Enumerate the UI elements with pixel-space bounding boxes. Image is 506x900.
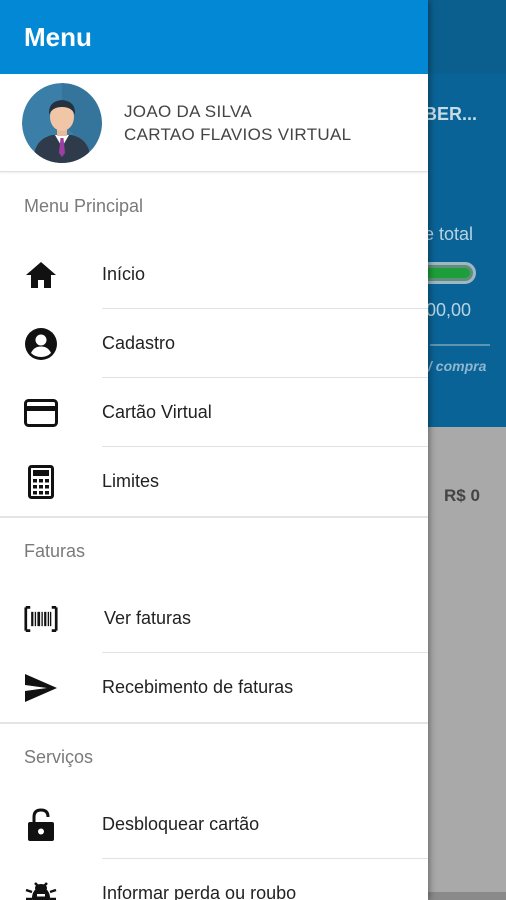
section-title-faturas: Faturas	[24, 540, 86, 561]
menu-label-perda-roubo: Informar perda ou roubo	[102, 883, 297, 900]
menu-item-desbloquear-cartao[interactable]: Desbloquear cartão	[0, 790, 428, 859]
account-circle-icon	[24, 327, 58, 361]
lock-open-icon	[24, 807, 58, 842]
drawer-header: Menu	[0, 0, 428, 74]
limit-amount: 00,00	[426, 300, 472, 320]
home-icon	[24, 258, 58, 292]
limit-progress-fill	[424, 268, 470, 278]
bottom-bar	[428, 892, 506, 900]
credit-card-icon	[24, 396, 58, 430]
menu-label-cartao-virtual: Cartão Virtual	[102, 402, 212, 422]
section-title-servicos: Serviços	[24, 746, 94, 767]
avatar-person-icon	[22, 82, 102, 163]
menu-item-ver-faturas[interactable]: Ver faturas	[0, 584, 428, 653]
menu-label-ver-faturas: Ver faturas	[104, 608, 192, 628]
purchase-label: / compra	[428, 358, 487, 374]
menu-item-limites[interactable]: Limites	[0, 447, 428, 516]
card-name-text: BER...	[424, 104, 478, 124]
menu-label-limites: Limites	[102, 471, 160, 491]
barcode-icon	[24, 602, 58, 636]
menu-item-cadastro[interactable]: Cadastro	[0, 309, 428, 378]
menu-item-cartao-virtual[interactable]: Cartão Virtual	[0, 378, 428, 447]
user-profile[interactable]: JOAO DA SILVA CARTAO FLAVIOS VIRTUAL	[0, 74, 428, 172]
menu-item-inicio[interactable]: Início	[0, 240, 428, 309]
menu-label-desbloquear-cartao: Desbloquear cartão	[102, 814, 260, 834]
balance-value: R$ 0	[444, 486, 480, 505]
menu-label-cadastro: Cadastro	[102, 333, 176, 353]
summary-divider	[430, 344, 490, 346]
menu-label-inicio: Início	[102, 264, 146, 284]
drawer-title: Menu	[24, 21, 92, 52]
send-icon	[24, 671, 58, 705]
bug-icon	[24, 877, 58, 900]
menu-item-recebimento-faturas[interactable]: Recebimento de faturas	[0, 653, 428, 722]
calculator-icon	[24, 464, 58, 499]
avatar	[22, 82, 102, 163]
menu-label-recebimento-faturas: Recebimento de faturas	[102, 677, 294, 697]
user-name: JOAO DA SILVA	[124, 101, 252, 121]
menu-item-perda-roubo[interactable]: Informar perda ou roubo	[0, 859, 428, 900]
card-name: CARTAO FLAVIOS VIRTUAL	[124, 124, 352, 144]
section-title-menu-principal: Menu Principal	[24, 195, 144, 216]
limit-total-label: e total	[424, 224, 474, 244]
navigation-drawer: Menu JOAO DA SILVA CARTAO FLAVIOS VIRTUA…	[0, 0, 428, 900]
